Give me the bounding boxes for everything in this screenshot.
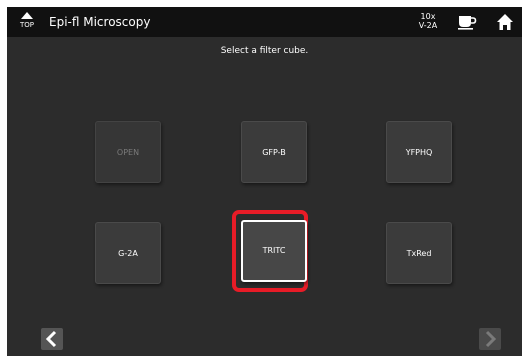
chevron-left-icon bbox=[45, 330, 57, 348]
filter-button-g-2a[interactable]: G-2A bbox=[95, 222, 161, 284]
instruction-text: Select a filter cube. bbox=[220, 46, 309, 56]
microscope-screen: TOP Epi-fl Microscopy 10x V-2A Select a … bbox=[7, 7, 522, 356]
next-page-button bbox=[479, 328, 501, 350]
objective-magnification: 10x bbox=[420, 12, 436, 21]
filter-button-open: OPEN bbox=[95, 121, 161, 183]
chevron-right-icon bbox=[485, 330, 497, 348]
top-button[interactable]: TOP bbox=[15, 10, 39, 34]
title-bar: TOP Epi-fl Microscopy 10x V-2A bbox=[7, 7, 522, 37]
coffee-cup-icon[interactable] bbox=[457, 14, 477, 30]
filter-button-gfp-b[interactable]: GFP-B bbox=[241, 121, 307, 183]
filter-button-txred[interactable]: TxRed bbox=[386, 222, 452, 284]
objective-filter: V-2A bbox=[418, 21, 438, 30]
previous-page-button[interactable] bbox=[41, 328, 63, 350]
objective-indicator: 10x V-2A bbox=[414, 12, 442, 32]
top-label: TOP bbox=[19, 21, 34, 29]
app-title: Epi-fl Microscopy bbox=[49, 15, 151, 29]
home-icon[interactable] bbox=[496, 13, 514, 31]
filter-button-tritc[interactable]: TRITC bbox=[241, 220, 307, 282]
top-arrow-icon bbox=[21, 12, 33, 19]
filter-button-yfphq[interactable]: YFPHQ bbox=[386, 121, 452, 183]
